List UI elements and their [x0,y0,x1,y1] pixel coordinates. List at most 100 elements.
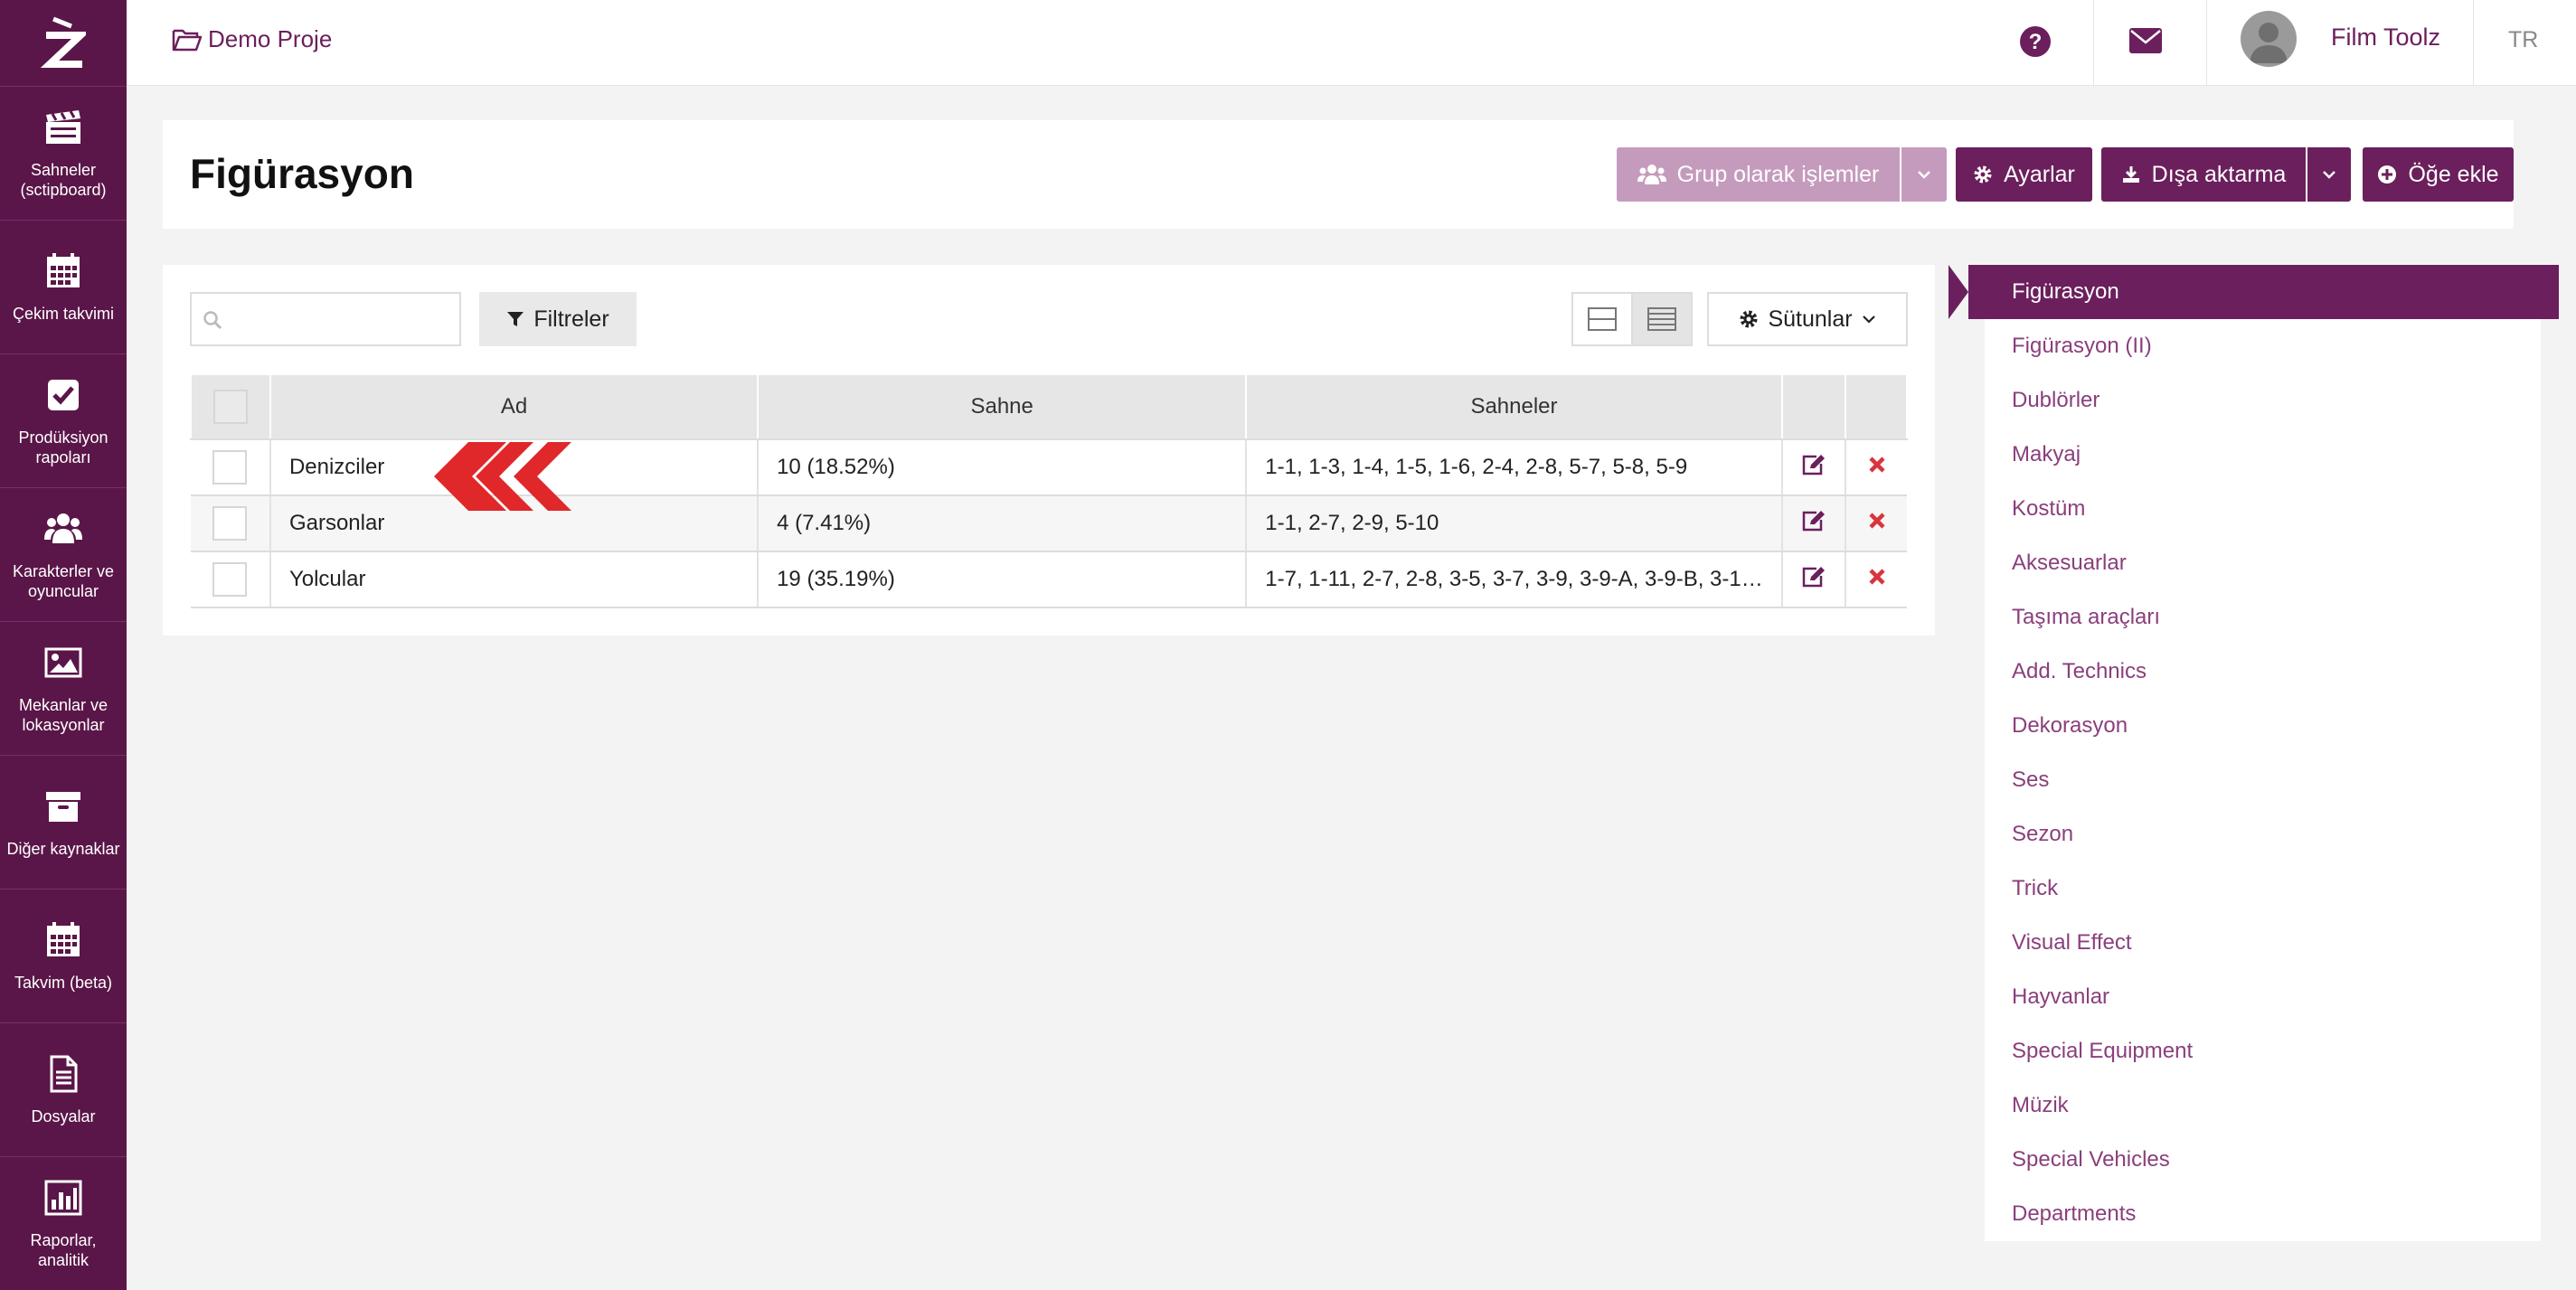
columns-button[interactable]: Sütunlar [1707,292,1908,346]
sidebar-item-label: Prodüksiyon rapoları [18,428,109,466]
category-item[interactable]: Sezon [1985,807,2541,862]
folder-open-icon [172,29,203,51]
sidebar-item-scenes[interactable]: Sahneler (sctipboard) [0,86,127,220]
export-button[interactable]: Dışa aktarma [2101,147,2306,202]
category-item[interactable]: Dublörler [1985,373,2541,428]
user-name[interactable]: Film Toolz [2331,24,2440,52]
image-icon [44,647,82,677]
settings-label: Ayarlar [2004,161,2075,187]
project-selector[interactable]: Demo Proje [172,25,332,53]
delete-icon[interactable] [1868,456,1886,474]
filter-icon [507,312,524,326]
column-header-scenes[interactable]: Sahneler [1245,373,1783,440]
edit-icon[interactable] [1801,565,1826,589]
row-scenes: 1-7, 1-11, 2-7, 2-8, 3-5, 3-7, 3-9, 3-9-… [1246,551,1783,608]
row-scene: 4 (7.41%) [758,495,1248,552]
category-item[interactable]: Visual Effect [1985,916,2541,970]
svg-text:?: ? [2029,30,2043,54]
chevron-down-icon [2323,171,2335,179]
delete-icon[interactable] [1868,568,1886,586]
row-edit-cell [1781,439,1847,496]
sidebar-item-label: Dosyalar [31,1106,96,1125]
group-operations-button[interactable]: Grup olarak işlemler [1617,147,1900,202]
category-label: Figürasyon [2012,279,2119,304]
row-checkbox[interactable] [212,450,248,485]
language-switcher[interactable]: TR [2508,27,2538,53]
calendar-icon [47,921,80,956]
category-item[interactable]: Ses [1985,753,2541,807]
category-list: Figürasyon Figürasyon (II) Dublörler Mak… [1949,265,2559,1241]
divider [2206,0,2207,86]
category-item[interactable]: Hayvanlar [1985,970,2541,1024]
category-item[interactable]: Special Equipment [1985,1024,2541,1078]
edit-icon[interactable] [1801,453,1826,476]
table-row: Yolcular 19 (35.19%) 1-7, 1-11, 2-7, 2-8… [191,551,1907,608]
filters-button[interactable]: Filtreler [479,292,637,346]
sidebar-item-other-resources[interactable]: Diğer kaynaklar [0,755,127,889]
column-header-name[interactable]: Ad [269,373,760,440]
category-item-active[interactable]: Figürasyon [1949,265,2559,319]
edit-icon[interactable] [1801,509,1826,532]
row-checkbox[interactable] [212,506,248,541]
sidebar-item-files[interactable]: Dosyalar [0,1022,127,1156]
select-all-checkbox[interactable] [212,390,248,424]
category-item[interactable]: Dekorasyon [1985,699,2541,753]
category-item[interactable]: Müzik [1985,1078,2541,1133]
bar-chart-icon [44,1180,82,1215]
row-delete-cell [1845,551,1907,608]
mail-icon[interactable] [2128,27,2163,54]
sidebar-item-label: Takvim (beta) [14,973,113,992]
sidebar-item-label: Sahneler (sctipboard) [20,160,107,199]
row-edit-cell [1781,495,1847,552]
chevron-down-icon [1862,315,1875,324]
user-avatar-icon [2250,23,2288,63]
columns-label: Sütunlar [1768,306,1853,332]
calendar-icon [47,252,80,287]
row-checkbox[interactable] [212,562,248,597]
sidebar-item-reports-analytics[interactable]: Raporlar, analitik [0,1156,127,1290]
search-input[interactable] [228,301,454,337]
delete-icon[interactable] [1868,512,1886,530]
add-item-button[interactable]: Öğe ekle [2363,147,2514,202]
sidebar-item-characters[interactable]: Karakterler ve oyuncular [0,487,127,621]
view-compact-button[interactable] [1573,294,1631,344]
view-list-button[interactable] [1631,294,1691,344]
export-dropdown[interactable] [2307,147,2351,202]
settings-button[interactable]: Ayarlar [1956,147,2092,202]
row-name[interactable]: Yolcular [269,551,760,608]
row-delete-cell [1845,495,1907,552]
category-item[interactable]: Makyaj [1985,428,2541,482]
search-box[interactable] [190,292,461,346]
help-icon[interactable]: ? [2018,24,2052,59]
page-title: Figürasyon [190,150,414,197]
annotation-arrow-icon [434,442,571,511]
rows-large-icon [1588,307,1617,331]
category-item[interactable]: Figürasyon (II) [1985,319,2541,373]
category-item[interactable]: Special Vehicles [1985,1133,2541,1187]
category-item[interactable]: Trick [1985,862,2541,916]
sidebar-item-shooting-schedule[interactable]: Çekim takvimi [0,220,127,353]
row-delete-cell [1845,439,1907,496]
column-header-delete [1845,373,1908,440]
column-header-scene[interactable]: Sahne [757,373,1248,440]
users-icon [1637,165,1666,184]
sidebar-item-production-reports[interactable]: Prodüksiyon rapoları [0,353,127,487]
category-item[interactable]: Aksesuarlar [1985,536,2541,590]
archive-icon [46,791,80,822]
top-bar: Demo Proje ? Film Toolz TR [127,0,2576,86]
category-item[interactable]: Taşıma araçları [1985,590,2541,645]
row-edit-cell [1781,551,1847,608]
group-operations-dropdown[interactable] [1901,147,1947,202]
sidebar-item-locations[interactable]: Mekanlar ve lokasyonlar [0,621,127,755]
search-icon [203,311,222,330]
view-toggle [1571,292,1693,346]
file-icon [50,1055,78,1092]
avatar[interactable] [2241,11,2297,67]
row-select-cell [191,495,271,552]
app-logo[interactable] [0,0,127,86]
category-item[interactable]: Departments [1985,1187,2541,1241]
gear-icon [1740,310,1758,328]
sidebar-item-calendar-beta[interactable]: Takvim (beta) [0,889,127,1022]
category-item[interactable]: Add. Technics [1985,645,2541,699]
category-item[interactable]: Kostüm [1985,482,2541,536]
